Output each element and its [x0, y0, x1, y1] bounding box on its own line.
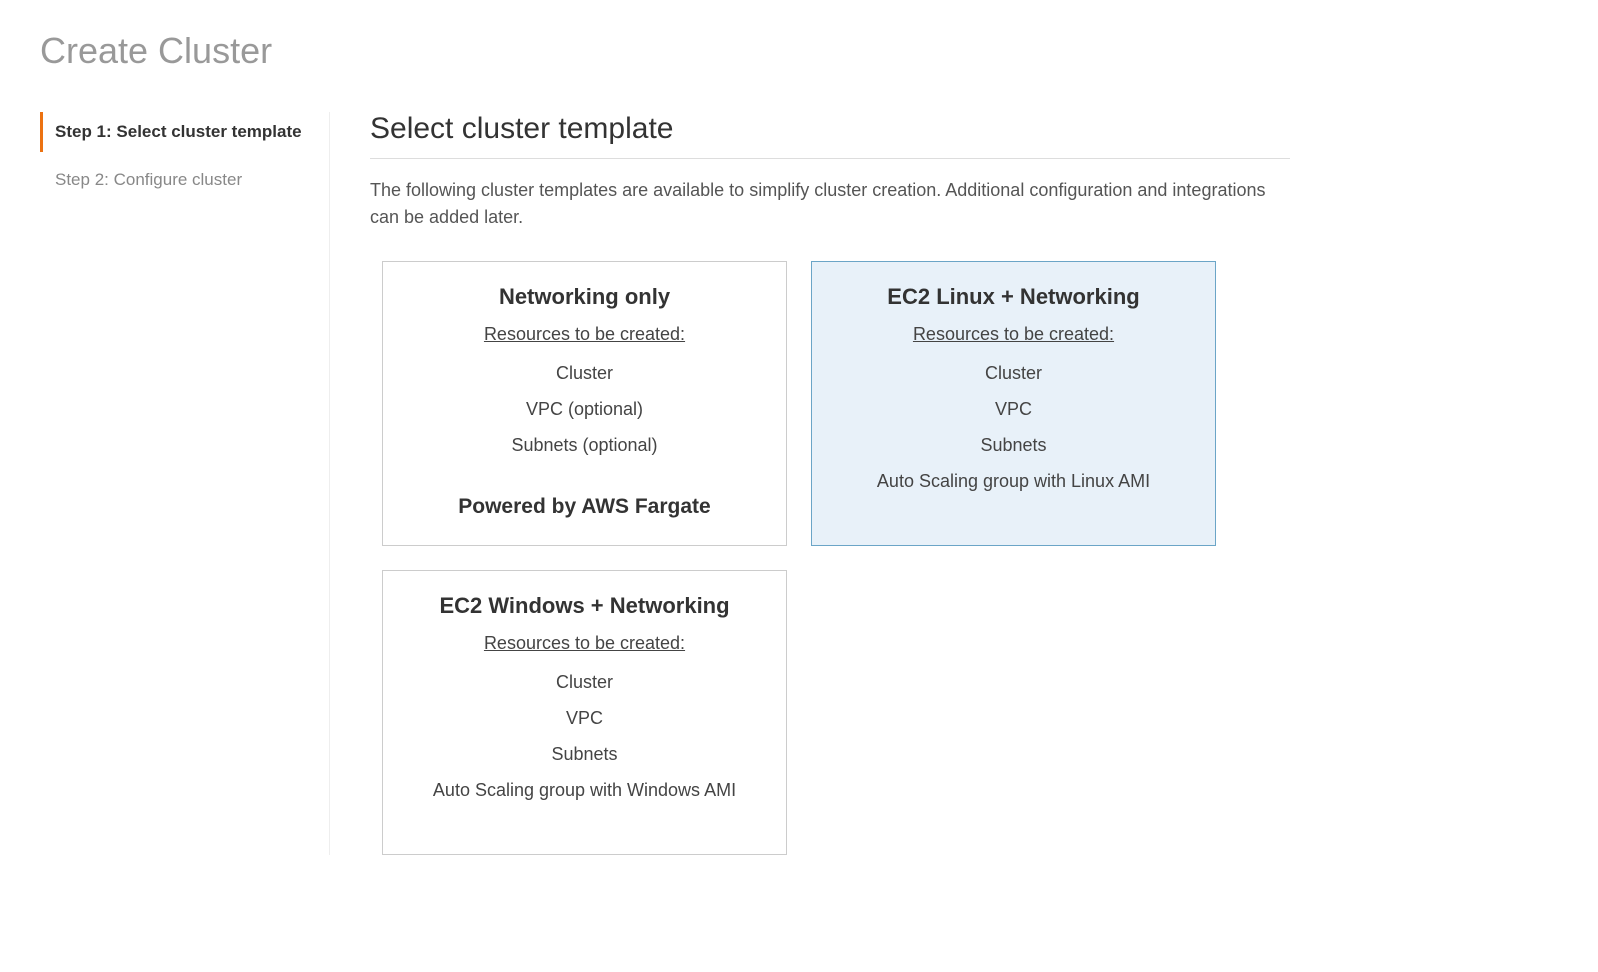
template-cards-grid: Networking only Resources to be created:…	[370, 261, 1290, 855]
main-content: Select cluster template The following cl…	[330, 112, 1290, 855]
resource-item: Subnets (optional)	[403, 427, 766, 463]
page-title: Create Cluster	[40, 30, 1558, 72]
template-card-ec2-windows[interactable]: EC2 Windows + Networking Resources to be…	[382, 570, 787, 855]
resource-item: Cluster	[832, 355, 1195, 391]
resource-item: VPC	[832, 391, 1195, 427]
resource-item: VPC (optional)	[403, 391, 766, 427]
section-title: Select cluster template	[370, 112, 1290, 159]
resources-label: Resources to be created:	[403, 324, 766, 345]
resource-item: Subnets	[403, 736, 766, 772]
step-2-configure-cluster[interactable]: Step 2: Configure cluster	[40, 160, 319, 200]
resource-item: Cluster	[403, 664, 766, 700]
step-1-select-template[interactable]: Step 1: Select cluster template	[40, 112, 319, 152]
resource-item: Subnets	[832, 427, 1195, 463]
card-title: EC2 Windows + Networking	[403, 593, 766, 619]
resource-item: Auto Scaling group with Linux AMI	[832, 463, 1195, 499]
wizard-sidebar: Step 1: Select cluster template Step 2: …	[40, 112, 330, 855]
template-card-networking-only[interactable]: Networking only Resources to be created:…	[382, 261, 787, 546]
resources-label: Resources to be created:	[403, 633, 766, 654]
card-footer: Powered by AWS Fargate	[403, 465, 766, 519]
section-description: The following cluster templates are avai…	[370, 177, 1290, 231]
template-card-ec2-linux[interactable]: EC2 Linux + Networking Resources to be c…	[811, 261, 1216, 546]
card-title: Networking only	[403, 284, 766, 310]
resource-item: Auto Scaling group with Windows AMI	[403, 772, 766, 808]
card-title: EC2 Linux + Networking	[832, 284, 1195, 310]
resource-item: VPC	[403, 700, 766, 736]
resource-item: Cluster	[403, 355, 766, 391]
resources-label: Resources to be created:	[832, 324, 1195, 345]
